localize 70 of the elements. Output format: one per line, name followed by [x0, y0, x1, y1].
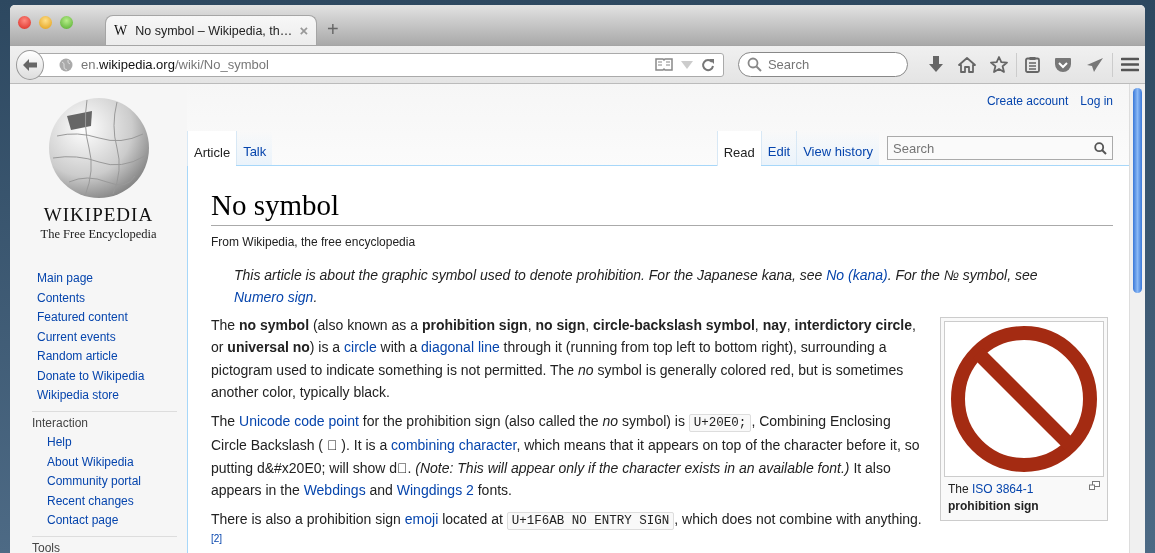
browser-search-box[interactable]: Search: [737, 52, 908, 77]
sidebar-link[interactable]: Help: [47, 433, 177, 453]
browser-search-field[interactable]: Search: [767, 53, 899, 76]
sidebar-link[interactable]: Community portal: [47, 472, 177, 492]
wordmark: WIKIPEDIA: [43, 204, 154, 226]
hatnote: This article is about the graphic symbol used to denote prohibition. For the Japanese kana, see No (kana). For the № symbol, see Numero sign.: [234, 265, 1039, 308]
code-snippet: U+1F6AB NO ENTRY SIGN: [506, 511, 675, 530]
logo-tagline: The Free Encyclopedia: [40, 227, 157, 242]
back-button[interactable]: [16, 49, 44, 80]
sidebar-section-heading[interactable]: Tools: [32, 538, 177, 553]
account-link[interactable]: Log in: [1080, 94, 1113, 116]
article-tagline: From Wikipedia, the free encyclopedia: [211, 234, 417, 249]
sidebar-link[interactable]: Current events: [37, 327, 187, 347]
search-box[interactable]: Search: [887, 136, 1113, 160]
scrollbar-thumb[interactable]: [1133, 88, 1142, 293]
figure-caption: The ISO 3864-1 prohibition sign: [948, 480, 1040, 515]
page-tab[interactable]: Read: [716, 131, 761, 166]
sidebar-link[interactable]: Contact page: [47, 511, 177, 531]
browser-tab[interactable]: W No symbol – Wikipedia, th…: [105, 15, 317, 45]
sidebar-link[interactable]: Featured content: [37, 308, 187, 328]
close-window-button[interactable]: [18, 15, 31, 29]
link[interactable]: combining character: [391, 437, 517, 454]
sidebar-link[interactable]: Contents: [37, 288, 187, 308]
paragraph: The no symbol (also known as a prohibition sign, no sign, circle-backslash symbol, nay, interdictory circle, or universal no) is a circle with a diagonal line through it (running from top left to bottom right), surrounding a pictogram used to indicate something is not permitted. The no symbol is generally colored red, but is sometimes another color, typically black.: [211, 315, 917, 403]
sidebar-link[interactable]: Donate to Wikipedia: [37, 366, 187, 386]
download-icon[interactable]: [928, 56, 944, 73]
menu-icon[interactable]: [1121, 57, 1139, 72]
sidebar-section-heading[interactable]: Interaction: [32, 413, 177, 433]
puzzle-globe-logo[interactable]: [46, 96, 151, 200]
scrollbar[interactable]: [1129, 84, 1145, 553]
reload-icon[interactable]: [700, 57, 715, 72]
url-text: en.wikipedia.org/wiki/No_symbol: [80, 57, 270, 72]
link[interactable]: Wingdings 2: [396, 482, 474, 499]
account-link[interactable]: Create account: [986, 94, 1069, 116]
page-tab[interactable]: Article: [187, 131, 237, 166]
globe-icon: [58, 57, 73, 72]
page-tab[interactable]: Talk: [236, 131, 273, 165]
link[interactable]: ISO 3864-1: [972, 481, 1034, 496]
sidebar-link[interactable]: Random article: [37, 347, 187, 367]
link[interactable]: Unicode code point: [239, 412, 359, 429]
search-field[interactable]: Search: [893, 137, 1094, 159]
reader-view-icon[interactable]: [654, 58, 673, 71]
sidebar-link[interactable]: About Wikipedia: [47, 452, 177, 472]
tab-title: No symbol – Wikipedia, th…: [135, 23, 293, 38]
back-arrow-icon: [21, 57, 38, 72]
paragraph: The Unicode code point for the prohibition sign (also called the no symbol) is U+20E0; , Combining Enclosing Circle Backslash ( ⃠ ). It is a combining character, which means that it appears on top of the character before it, so putting d&#x20E0; will show d⃠. (Note: This will appear only if the character exists in an available font.) It also appears in the Webdings and Wingdings 2 fonts.: [211, 411, 921, 501]
link[interactable]: diagonal line: [421, 339, 500, 356]
page-tab[interactable]: View history: [796, 131, 879, 165]
link[interactable]: Webdings: [303, 482, 366, 499]
search-icon: [746, 57, 762, 72]
pocket-icon[interactable]: [1054, 56, 1072, 73]
favicon: W: [114, 22, 128, 39]
sidebar-link[interactable]: Main page: [37, 269, 187, 289]
code-snippet: U+20E0;: [688, 413, 752, 432]
link[interactable]: circle: [344, 339, 377, 356]
article-title: No symbol: [211, 188, 1113, 226]
star-icon[interactable]: [990, 56, 1008, 73]
reference-link[interactable]: [2]: [211, 533, 223, 545]
page-tab[interactable]: Edit: [760, 131, 797, 165]
home-icon[interactable]: [958, 56, 976, 73]
link[interactable]: Numero sign: [234, 289, 314, 306]
link[interactable]: emoji: [404, 510, 439, 527]
paper-plane-icon[interactable]: [1086, 56, 1104, 73]
sidebar-link[interactable]: Recent changes: [47, 491, 177, 511]
search-icon[interactable]: [1094, 141, 1107, 155]
clipboard-list-icon[interactable]: [1025, 56, 1040, 73]
sidebar-link[interactable]: Wikipedia store: [37, 386, 187, 406]
enlarge-icon[interactable]: [1089, 480, 1100, 490]
close-icon[interactable]: [300, 25, 308, 36]
link[interactable]: No (kana): [826, 266, 888, 283]
